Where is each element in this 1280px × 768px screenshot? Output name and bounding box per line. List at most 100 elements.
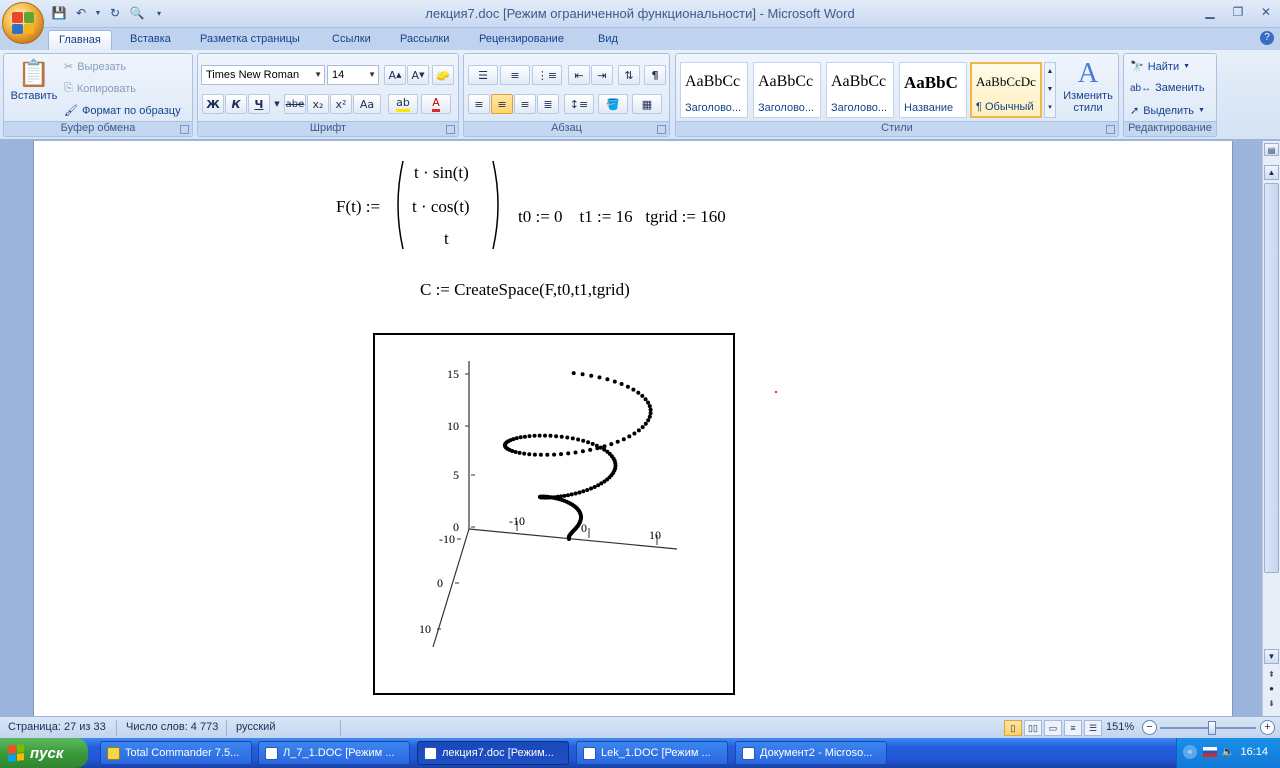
style-heading-3[interactable]: AaBbCc Заголово... [826, 62, 894, 118]
undo-dropdown-icon[interactable]: ▼ [94, 4, 102, 22]
change-case-button[interactable]: Aa [353, 94, 381, 114]
redo-icon[interactable]: ↻ [106, 4, 124, 22]
shading-icon[interactable]: 🪣 [598, 94, 628, 114]
start-button[interactable]: пуск [0, 738, 88, 768]
strikethrough-button[interactable]: abe [284, 94, 306, 114]
change-styles-button[interactable]: A Изменить стили [1058, 58, 1118, 114]
copy-button[interactable]: ⎘ Копировать [64, 82, 136, 95]
underline-dropdown-icon[interactable]: ▼ [271, 94, 283, 114]
zoom-level[interactable]: 151% [1106, 721, 1134, 733]
multilevel-list-icon[interactable]: ⋮≡ [532, 65, 562, 85]
language-indicator[interactable]: русский [236, 721, 275, 733]
styles-scroll[interactable]: ▲ ▼ ▾ [1044, 62, 1056, 118]
tab-references[interactable]: Ссылки [322, 30, 381, 50]
format-painter-button[interactable]: 🖌 Формат по образцу [64, 104, 181, 118]
task-word-lecture7[interactable]: лекция7.doc [Режим... [417, 741, 569, 765]
prev-page-icon[interactable]: ⇞ [1264, 668, 1279, 683]
paragraph-launcher-icon[interactable] [657, 125, 666, 134]
style-normal[interactable]: AaBbCcDc ¶ Обычный [970, 62, 1042, 118]
next-page-icon[interactable]: ⇟ [1264, 697, 1279, 712]
numbering-icon[interactable]: ≡ [500, 65, 530, 85]
task-total-commander[interactable]: Total Commander 7.5... [100, 741, 252, 765]
save-icon[interactable]: 💾 [50, 4, 68, 22]
tab-insert[interactable]: Вставка [120, 30, 181, 50]
page-indicator[interactable]: Страница: 27 из 33 [8, 721, 106, 733]
bullets-icon[interactable]: ☰ [468, 65, 498, 85]
tab-review[interactable]: Рецензирование [469, 30, 574, 50]
show-marks-button[interactable]: ¶ [644, 65, 666, 85]
minimize-button[interactable]: ▁ [1202, 4, 1218, 20]
document-area[interactable]: F(t) := t · sin(t) t · cos(t) t t0 := 0 … [0, 141, 1262, 716]
close-button[interactable]: ✕ [1258, 4, 1274, 20]
line-spacing-icon[interactable]: ↕≡ [564, 94, 594, 114]
styles-launcher-icon[interactable] [1106, 125, 1115, 134]
zoom-in-button[interactable]: + [1260, 720, 1275, 735]
underline-button[interactable]: Ч [248, 94, 270, 114]
volume-icon[interactable]: 🔈 [1221, 745, 1235, 758]
align-right-icon[interactable]: ≡ [514, 94, 536, 114]
office-button[interactable] [2, 2, 44, 44]
sort-icon[interactable]: ⇅ [618, 65, 640, 85]
style-heading-1[interactable]: AaBbCc Заголово... [680, 62, 748, 118]
clear-format-icon[interactable]: 🧽 [432, 65, 454, 85]
tab-page-layout[interactable]: Разметка страницы [190, 30, 310, 50]
undo-icon[interactable]: ↶ [72, 4, 90, 22]
borders-icon[interactable]: ▦ [632, 94, 662, 114]
vertical-scrollbar[interactable]: ▤ ▲ ▼ ⇞ ● ⇟ [1262, 141, 1280, 716]
full-screen-reading-icon[interactable]: ▯▯ [1024, 720, 1042, 736]
task-word-l7[interactable]: Л_7_1.DOC [Режим ... [258, 741, 410, 765]
font-color-button[interactable]: A [421, 94, 451, 114]
task-word-document2[interactable]: Документ2 - Microso... [735, 741, 887, 765]
customize-qat-icon[interactable]: ▾ [150, 4, 168, 22]
tray-arrow-icon[interactable]: « [1183, 745, 1197, 759]
cut-button[interactable]: ✂ Вырезать [64, 60, 126, 74]
justify-icon[interactable]: ≣ [537, 94, 559, 114]
decrease-indent-icon[interactable]: ⇤ [568, 65, 590, 85]
ruler-toggle-icon[interactable]: ▤ [1264, 143, 1279, 156]
clock[interactable]: 16:14 [1240, 746, 1268, 758]
font-family-select[interactable]: Times New Roman ▼ [201, 65, 325, 85]
help-icon[interactable]: ? [1260, 31, 1274, 45]
font-size-select[interactable]: 14 ▼ [327, 65, 379, 85]
find-button[interactable]: 🔭 Найти ▼ [1130, 60, 1190, 74]
scroll-thumb[interactable] [1264, 183, 1279, 573]
chevron-down-icon[interactable]: ▼ [1045, 81, 1055, 99]
3d-plot[interactable]: 15 10 5 0 -10 0 10 -10 0 10 [373, 333, 735, 695]
chevron-up-icon[interactable]: ▲ [1045, 63, 1055, 81]
italic-button[interactable]: К [225, 94, 247, 114]
document-page[interactable]: F(t) := t · sin(t) t · cos(t) t t0 := 0 … [33, 141, 1233, 716]
align-center-icon[interactable]: ≡ [491, 94, 513, 114]
outline-view-icon[interactable]: ≡ [1064, 720, 1082, 736]
tab-view[interactable]: Вид [588, 30, 628, 50]
task-word-lek1[interactable]: Lek_1.DOC [Режим ... [576, 741, 728, 765]
increase-indent-icon[interactable]: ⇥ [591, 65, 613, 85]
grow-font-button[interactable]: A ▲ [384, 65, 406, 85]
zoom-out-button[interactable]: − [1142, 720, 1157, 735]
select-button[interactable]: ➚ Выделить ▼ [1130, 104, 1205, 118]
word-count[interactable]: Число слов: 4 773 [126, 721, 218, 733]
print-layout-view-icon[interactable]: ▯ [1004, 720, 1022, 736]
replace-button[interactable]: ab↔ Заменить [1130, 82, 1205, 94]
restore-button[interactable]: ❐ [1230, 4, 1246, 20]
highlight-button[interactable]: ab [388, 94, 418, 114]
superscript-button[interactable]: x² [330, 94, 352, 114]
scroll-down-button[interactable]: ▼ [1264, 649, 1279, 664]
scroll-up-button[interactable]: ▲ [1264, 165, 1279, 180]
paste-button[interactable]: 📋 Вставить [8, 58, 60, 120]
browse-object-icon[interactable]: ● [1264, 682, 1279, 697]
bold-button[interactable]: Ж [202, 94, 224, 114]
align-left-icon[interactable]: ≡ [468, 94, 490, 114]
web-layout-icon[interactable]: ▭ [1044, 720, 1062, 736]
tab-home[interactable]: Главная [48, 30, 112, 50]
more-styles-icon[interactable]: ▾ [1045, 99, 1055, 117]
zoom-slider-thumb[interactable] [1208, 721, 1216, 735]
subscript-button[interactable]: x₂ [307, 94, 329, 114]
shrink-font-button[interactable]: A ▼ [407, 65, 429, 85]
draft-view-icon[interactable]: ☰ [1084, 720, 1102, 736]
language-flag-icon[interactable] [1203, 747, 1217, 757]
font-launcher-icon[interactable] [446, 125, 455, 134]
print-preview-icon[interactable]: 🔍 [128, 4, 146, 22]
style-heading-2[interactable]: AaBbCc Заголово... [753, 62, 821, 118]
tab-mailings[interactable]: Рассылки [390, 30, 459, 50]
style-title[interactable]: AaBbC Название [899, 62, 967, 118]
